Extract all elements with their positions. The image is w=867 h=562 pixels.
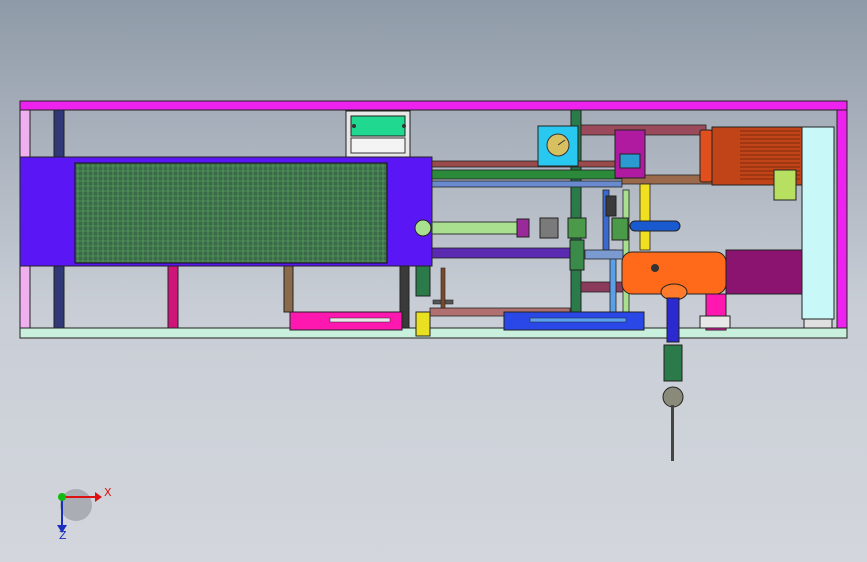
orientation-triad[interactable] <box>0 0 867 562</box>
triad-x-arrow-icon <box>95 492 102 502</box>
triad-z-arrow-icon <box>57 525 67 533</box>
triad-origin-shadow <box>60 489 92 521</box>
triad-y-dot-icon <box>58 493 66 501</box>
cad-viewport[interactable]: X Z <box>0 0 867 562</box>
